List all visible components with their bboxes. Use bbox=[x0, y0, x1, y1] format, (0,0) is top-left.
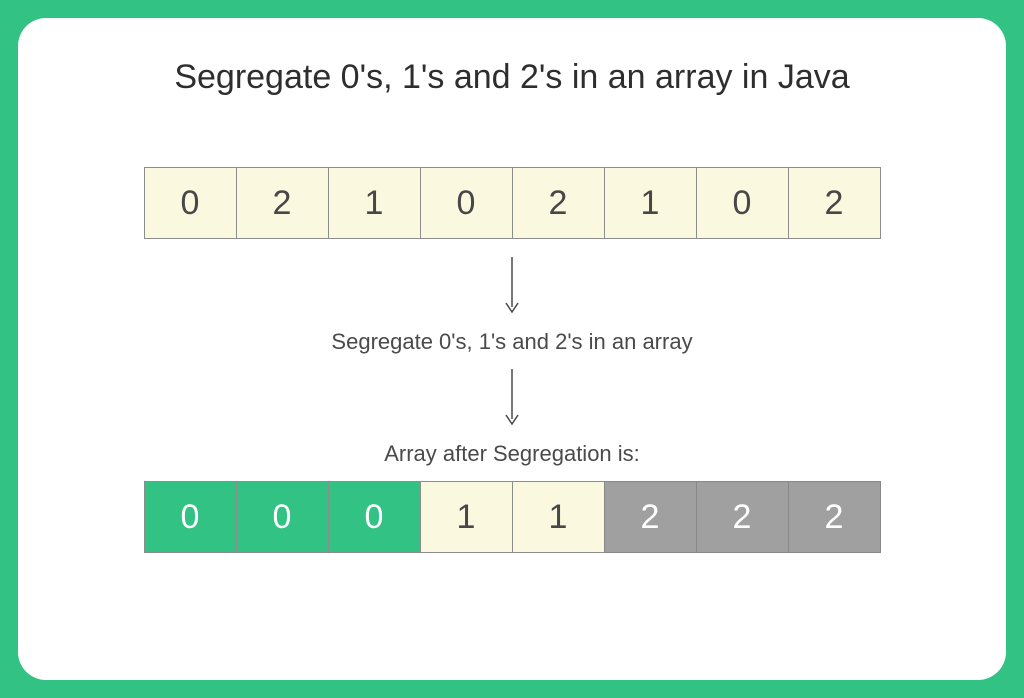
array-cell: 1 bbox=[512, 481, 605, 553]
arrow-down-2 bbox=[503, 369, 521, 429]
arrow-down-icon bbox=[503, 257, 521, 317]
diagram-panel: Segregate 0's, 1's and 2's in an array i… bbox=[18, 18, 1006, 680]
array-cell: 0 bbox=[420, 167, 513, 239]
output-array: 00011222 bbox=[144, 481, 881, 553]
array-cell: 2 bbox=[788, 481, 881, 553]
result-label: Array after Segregation is: bbox=[384, 441, 640, 467]
arrow-down-1 bbox=[503, 257, 521, 317]
array-cell: 0 bbox=[144, 167, 237, 239]
arrow-down-icon bbox=[503, 369, 521, 429]
page-title: Segregate 0's, 1's and 2's in an array i… bbox=[174, 58, 849, 97]
array-cell: 0 bbox=[236, 481, 329, 553]
array-cell: 2 bbox=[236, 167, 329, 239]
array-cell: 0 bbox=[328, 481, 421, 553]
array-cell: 0 bbox=[144, 481, 237, 553]
array-cell: 0 bbox=[696, 167, 789, 239]
array-cell: 2 bbox=[696, 481, 789, 553]
step-label: Segregate 0's, 1's and 2's in an array bbox=[331, 329, 692, 355]
array-cell: 2 bbox=[604, 481, 697, 553]
array-cell: 2 bbox=[512, 167, 605, 239]
array-cell: 1 bbox=[604, 167, 697, 239]
array-cell: 1 bbox=[328, 167, 421, 239]
array-cell: 2 bbox=[788, 167, 881, 239]
array-cell: 1 bbox=[420, 481, 513, 553]
input-array: 02102102 bbox=[144, 167, 881, 239]
outer-frame: Segregate 0's, 1's and 2's in an array i… bbox=[0, 0, 1024, 698]
